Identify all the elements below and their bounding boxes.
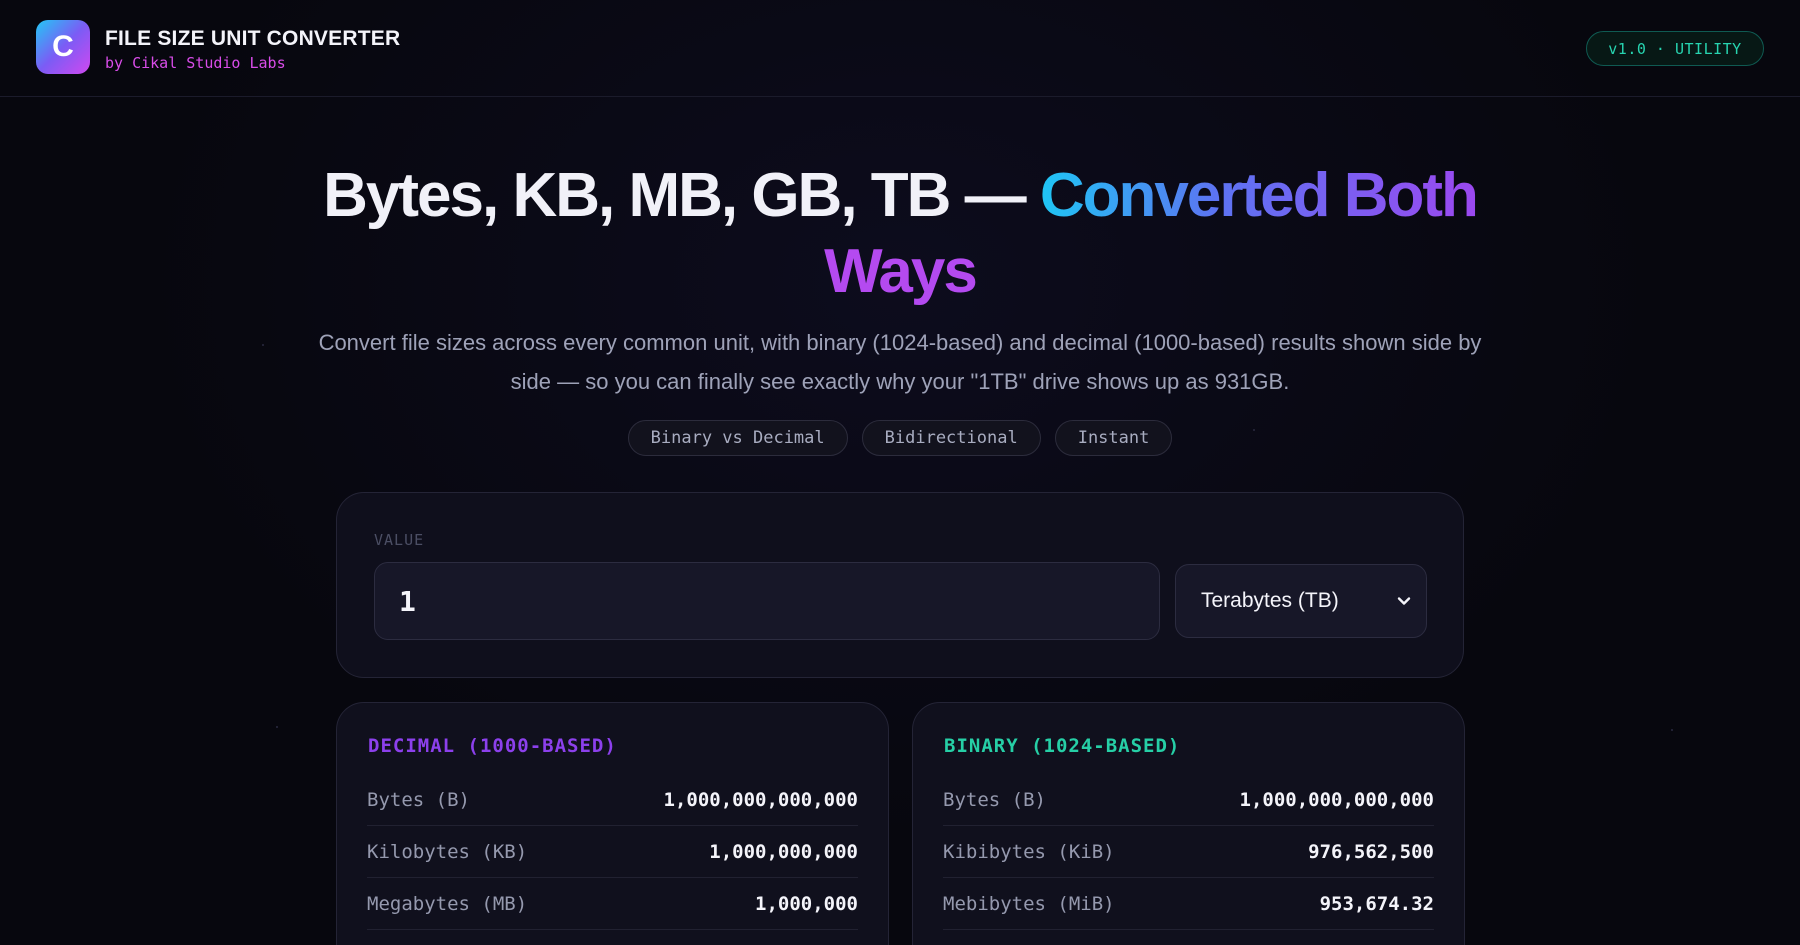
row-label: Kilobytes (KB) bbox=[367, 840, 528, 863]
background-star bbox=[262, 344, 264, 346]
row-label: Mebibytes (MiB) bbox=[943, 892, 1115, 915]
binary-card-title: BINARY (1024-BASED) bbox=[944, 735, 1181, 757]
binary-row-kibibytes: Kibibytes (KiB) 976,562,500 bbox=[943, 826, 1434, 878]
unit-select-value: Terabytes (TB) bbox=[1201, 589, 1339, 612]
app-title: FILE SIZE UNIT CONVERTER bbox=[105, 27, 401, 50]
background-star bbox=[1671, 729, 1673, 731]
value-input[interactable]: 1 bbox=[374, 562, 1160, 640]
hero-title-gradient: Converted Both bbox=[1039, 161, 1479, 230]
row-value: 1,000,000,000,000 bbox=[663, 788, 858, 811]
row-label: Kibibytes (KiB) bbox=[943, 840, 1115, 863]
hero-title: Bytes, KB, MB, GB, TB — Converted Both Wa… bbox=[0, 158, 1800, 310]
unit-select[interactable]: Terabytes (TB) bbox=[1175, 564, 1427, 638]
value-input-text: 1 bbox=[399, 584, 416, 618]
app-root: C FILE SIZE UNIT CONVERTER by Cikal Stud… bbox=[0, 0, 1800, 945]
row-value: 976,562,500 bbox=[1308, 840, 1434, 863]
binary-row-mebibytes: Mebibytes (MiB) 953,674.32 bbox=[943, 878, 1434, 930]
decimal-row-megabytes: Megabytes (MB) 1,000,000 bbox=[367, 878, 858, 930]
hero-description: Convert file sizes across every common u… bbox=[318, 330, 1482, 394]
binary-row-bytes: Bytes (B) 1,000,000,000,000 bbox=[943, 774, 1434, 826]
decimal-row-bytes: Bytes (B) 1,000,000,000,000 bbox=[367, 774, 858, 826]
value-label: VALUE bbox=[374, 531, 425, 549]
app-logo[interactable]: C bbox=[36, 20, 90, 74]
converter-input-card: VALUE 1 Terabytes (TB) bbox=[336, 492, 1464, 678]
row-value: 1,000,000,000 bbox=[709, 840, 858, 863]
top-bar: C FILE SIZE UNIT CONVERTER by Cikal Stud… bbox=[0, 0, 1800, 97]
hero-title-gradient-2: Ways bbox=[824, 237, 978, 306]
decimal-card-title: DECIMAL (1000-BASED) bbox=[368, 735, 617, 757]
chip-binary-vs-decimal: Binary vs Decimal bbox=[627, 420, 848, 456]
row-value: 953,674.32 bbox=[1319, 892, 1434, 915]
chip-instant: Instant bbox=[1054, 420, 1173, 456]
row-label: Megabytes (MB) bbox=[367, 892, 528, 915]
row-label: Bytes (B) bbox=[367, 788, 470, 811]
decimal-row-kilobytes: Kilobytes (KB) 1,000,000,000 bbox=[367, 826, 858, 878]
row-value: 1,000,000,000,000 bbox=[1239, 788, 1434, 811]
row-value: 1,000,000 bbox=[755, 892, 858, 915]
logo-letter: C bbox=[52, 30, 74, 63]
version-badge: v1.0 · UTILITY bbox=[1586, 31, 1764, 66]
chip-bidirectional: Bidirectional bbox=[861, 420, 1041, 456]
row-label: Bytes (B) bbox=[943, 788, 1046, 811]
feature-chips: Binary vs Decimal Bidirectional Instant bbox=[0, 420, 1800, 456]
chevron-down-icon bbox=[1397, 597, 1411, 605]
app-subtitle: by Cikal Studio Labs bbox=[105, 54, 286, 72]
background-star bbox=[276, 726, 278, 728]
hero-title-plain: Bytes, KB, MB, GB, TB — bbox=[323, 161, 1040, 230]
